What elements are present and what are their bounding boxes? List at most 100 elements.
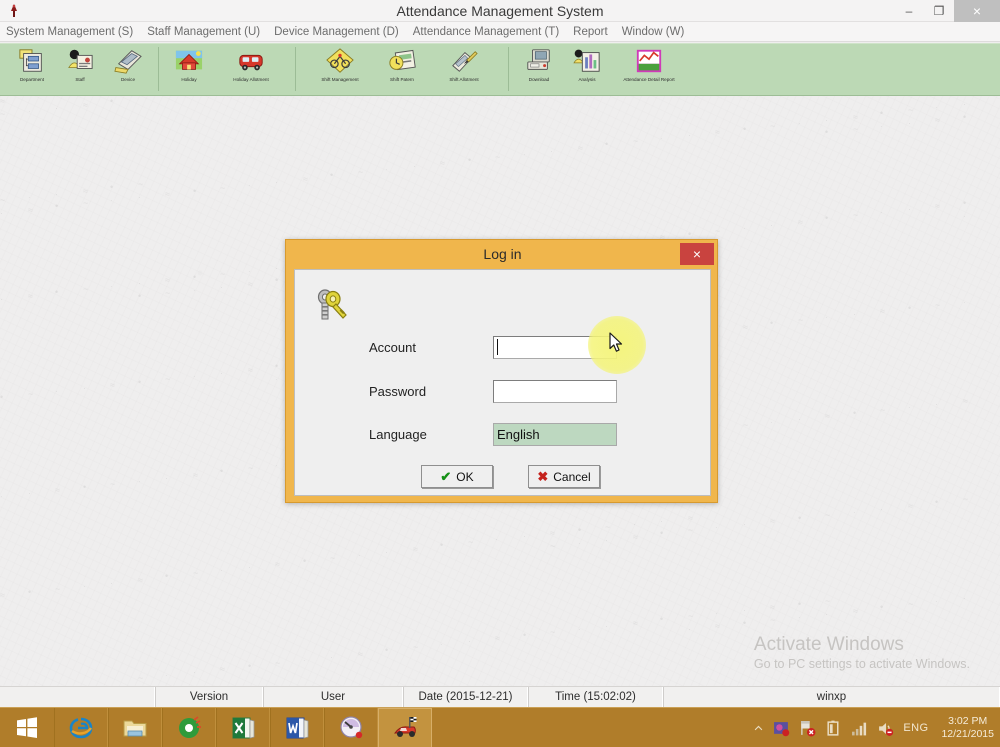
application-window: Attendance Management System – ❐ × Syste… [0,0,1000,747]
ok-glyph-icon: ✔ [440,469,452,484]
field-row-language: Language [369,423,629,447]
shift-allotment-icon [452,51,478,72]
tray-date: 12/21/2015 [941,728,994,740]
taskbar-gauge[interactable] [324,707,378,747]
toolbar-button-attendance-detail-report[interactable]: Attendance Detail Report [611,45,687,95]
windows-start-icon [17,716,37,738]
text-caret [497,339,498,355]
taskbar-internet-explorer[interactable] [54,707,108,747]
taskbar-excel[interactable] [216,707,270,747]
ok-button-label: OK [456,469,474,484]
toolbar-button-analysis[interactable]: Analysis [563,45,611,95]
staff-icon [68,49,93,69]
toolbar-button-shift-allotment[interactable]: Shift Allotment [426,45,502,95]
chevron-up-icon[interactable] [753,723,764,734]
tray-language[interactable]: ENG [903,722,928,734]
toolbar-button-label: Holiday Allotment [233,77,269,82]
toolbar-button-holiday[interactable]: Holiday [165,45,213,95]
watermark-subtitle: Go to PC settings to activate Windows. [753,657,970,671]
analysis-icon [573,49,600,72]
window-controls: – ❐ × [894,0,1000,22]
cancel-button[interactable]: ✖ Cancel [528,465,600,488]
key-icon [317,289,347,320]
toolbar-button-department[interactable]: Department [8,45,56,95]
login-dialog: Log in × Account Password Language ✔ [285,239,718,503]
taskbar-file-explorer[interactable] [108,707,162,747]
status-date: Date (2015-12-21) [403,687,528,707]
start-button[interactable] [0,707,54,747]
toolbar-separator [295,47,296,91]
flag-alert-icon[interactable] [799,720,816,737]
menu-attendance-management[interactable]: Attendance Management (T) [406,22,566,42]
taskbar-word[interactable] [270,707,324,747]
activate-windows-watermark: Activate Windows Go to PC settings to ac… [754,633,970,673]
antivirus-icon[interactable] [773,720,790,737]
login-dialog-body: Account Password Language ✔ OK ✖ Cancel [294,269,711,496]
toolbar-button-holiday-allotment[interactable]: Holiday Allotment [213,45,289,95]
toolbar-button-device[interactable]: Device [104,45,152,95]
toolbar-separator [158,47,159,91]
password-input[interactable] [493,380,617,403]
cancel-glyph-icon: ✖ [537,469,549,484]
toolbar-button-label: Department [19,77,44,82]
toolbar-button-label: Holiday [181,77,197,82]
cancel-button-label: Cancel [553,469,591,484]
system-tray: ENG 3:02 PM 12/21/2015 [753,708,1000,747]
toolbar-button-label: Shift Patern [389,77,414,82]
toolbar-button-shift-management[interactable]: Shift Management [302,45,378,95]
internet-explorer-icon [69,717,93,738]
menu-system-management[interactable]: System Management (S) [0,22,140,42]
toolbar-button-label: Download [528,77,550,82]
shift-management-icon [326,48,354,73]
word-icon [286,717,309,739]
status-bar: Version User Date (2015-12-21) Time (15:02:… [0,686,1000,707]
login-dialog-title: Log in [483,246,522,262]
account-label: Account [369,340,416,355]
login-dialog-close-button[interactable]: × [680,243,714,265]
device-icon [114,50,142,74]
toolbar-button-label: Shift Management [321,77,359,82]
restore-button[interactable]: ❐ [924,0,954,22]
toolbar-group: Holiday Holiday Allotment [165,45,289,95]
toolbar-button-label: Attendance Detail Report [623,77,675,82]
race-car-icon [394,716,417,737]
attendance-detail-report-icon [636,49,662,73]
window-title: Attendance Management System [396,3,604,19]
toolbar-button-label: Analysis [578,77,596,82]
field-row-account: Account [369,336,629,360]
menu-window[interactable]: Window (W) [615,22,692,42]
holiday-icon [175,50,203,70]
gauge-icon [340,715,363,738]
holiday-allotment-icon [239,54,263,71]
password-label: Password [369,384,427,399]
tray-time: 3:02 PM [948,715,988,727]
battery-icon[interactable] [825,720,842,737]
ok-button[interactable]: ✔ OK [421,465,493,488]
close-button[interactable]: × [954,0,1000,22]
account-input[interactable] [493,336,617,359]
field-row-password: Password [369,380,629,404]
taskbar-disc-burner[interactable] [162,707,216,747]
toolbar-group: Shift Management Shift Patern Shift Allotm… [302,45,502,95]
menu-device-management[interactable]: Device Management (D) [267,22,406,42]
tray-clock[interactable]: 3:02 PM 12/21/2015 [937,715,994,741]
taskbar-race-car[interactable] [378,707,432,747]
toolbar-button-shift-patern[interactable]: Shift Patern [378,45,426,95]
menu-report[interactable]: Report [566,22,615,42]
network-signal-icon[interactable] [851,720,868,737]
download-icon [527,49,550,70]
status-machine: winxp [663,687,1000,707]
language-input[interactable] [493,423,617,446]
file-explorer-icon [123,720,147,736]
menu-staff-management[interactable]: Staff Management (U) [140,22,267,42]
toolbar-group: Download Analysis Attendance Detail Report [515,45,687,95]
toolbar-button-download[interactable]: Download [515,45,563,95]
status-time: Time (15:02:02) [528,687,663,707]
minimize-button[interactable]: – [894,0,924,22]
volume-muted-icon[interactable] [877,720,894,737]
toolbar-button-staff[interactable]: Staff [56,45,104,95]
watermark-title: Activate Windows [753,634,904,655]
taskbar: ENG 3:02 PM 12/21/2015 [0,707,1000,747]
login-dialog-buttons: ✔ OK ✖ Cancel [421,465,600,488]
status-version: Version [155,687,263,707]
